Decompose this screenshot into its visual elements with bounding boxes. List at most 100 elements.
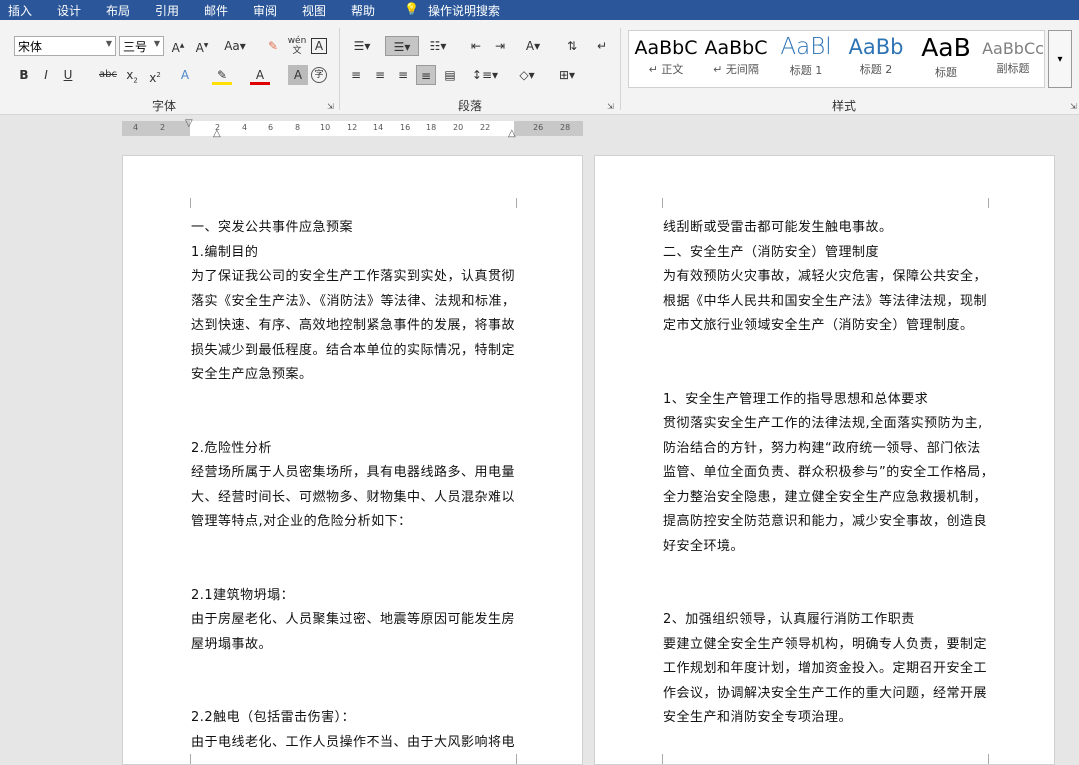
align-center-icon[interactable]: ≡ bbox=[370, 65, 390, 85]
underline-icon[interactable]: U bbox=[58, 65, 78, 85]
paragraph-group-label: 段落 bbox=[458, 99, 483, 113]
tab-layout[interactable]: 布局 bbox=[106, 2, 130, 19]
decrease-indent-icon[interactable]: ⇤ bbox=[466, 36, 486, 56]
phonetic-guide-icon[interactable]: wén 文 bbox=[287, 36, 307, 56]
style-name: 副标题 bbox=[996, 62, 1030, 75]
style-subtitle[interactable]: AaBbCc 副标题 bbox=[981, 31, 1045, 76]
text-line: 贯彻落实安全生产工作的法律法规,全面落实预防为主, bbox=[663, 416, 983, 431]
change-case-icon[interactable]: Aa▾ bbox=[220, 36, 250, 56]
tell-me-search[interactable]: 操作说明搜索 bbox=[428, 2, 500, 19]
distributed-icon[interactable]: ▤ bbox=[440, 65, 460, 85]
sort-icon[interactable]: ⇅ bbox=[562, 36, 582, 56]
font-size-value: 三号 bbox=[123, 40, 148, 54]
tab-insert[interactable]: 插入 bbox=[8, 2, 32, 19]
show-marks-icon[interactable]: ↵ bbox=[592, 36, 612, 56]
crop-mark bbox=[653, 754, 663, 764]
text-line: 作会议，协调解决安全生产工作的重大问题，经常开展 bbox=[663, 685, 988, 701]
dialog-launcher-icon[interactable]: ⇲ bbox=[1070, 102, 1077, 111]
dialog-launcher-icon[interactable]: ⇲ bbox=[607, 102, 614, 111]
crop-mark bbox=[988, 754, 998, 764]
bold-icon[interactable]: B bbox=[14, 65, 34, 85]
style-preview: AaBbCc bbox=[982, 39, 1044, 58]
text-line: 要建立健全安全生产领导机构，明确专人负责，要制定 bbox=[663, 636, 988, 652]
increase-indent-icon[interactable]: ⇥ bbox=[490, 36, 510, 56]
page-2[interactable]: 线刮断或受雷击都可能发生触电事故。 二、安全生产（消防安全）管理制度为有效预防火灾… bbox=[594, 155, 1055, 765]
shading-icon[interactable]: ◇▾ bbox=[512, 65, 542, 85]
strikethrough-icon[interactable]: abc bbox=[98, 65, 118, 85]
text-line: 经营场所属于人员密集场所，具有电器线路多、用电量 bbox=[191, 465, 516, 480]
ruler-tick: 16 bbox=[400, 123, 411, 132]
justify-icon[interactable]: ≡ bbox=[416, 65, 436, 85]
font-name-select[interactable]: 宋体 ▼ bbox=[14, 36, 116, 56]
hanging-indent-handle[interactable]: △ bbox=[213, 128, 221, 139]
page-1[interactable]: 一、突发公共事件应急预案 1.编制目的 为了保证我公司的安全生产工作落实到实处，认真… bbox=[122, 155, 583, 765]
superscript-icon[interactable]: x2 bbox=[145, 65, 165, 85]
style-normal[interactable]: AaBbC ↵ 正文 bbox=[631, 31, 701, 77]
style-name: ↵ 无间隔 bbox=[713, 63, 759, 76]
text-line: 提高防控安全防范意识和能力，减少安全事故，创造良 bbox=[663, 514, 988, 529]
style-name: 标题 1 bbox=[789, 64, 823, 77]
text-line: 2.2触电（包括雷击伤害）： bbox=[191, 710, 356, 725]
horizontal-ruler[interactable]: 4 2 2 4 6 8 10 12 14 16 18 20 22 26 28 ▽… bbox=[122, 118, 583, 139]
text-line: 管理等特点,对企业的危险分析如下： bbox=[191, 514, 412, 529]
ruler-tick: 4 bbox=[133, 123, 139, 132]
numbering-icon[interactable]: ☰▾ bbox=[385, 36, 419, 56]
text-effects-icon[interactable]: A bbox=[175, 65, 195, 85]
bullets-icon[interactable]: ☰▾ bbox=[348, 36, 376, 56]
ruler-tick: 2 bbox=[160, 123, 166, 132]
multilevel-list-icon[interactable]: ☷▾ bbox=[424, 36, 452, 56]
grow-font-icon[interactable]: A▲ bbox=[168, 36, 188, 56]
tab-view[interactable]: 视图 bbox=[302, 2, 326, 19]
text-line: 好安全环境。 bbox=[663, 538, 745, 554]
font-size-select[interactable]: 三号 ▼ bbox=[119, 36, 164, 56]
style-preview: AaBbC bbox=[634, 37, 698, 59]
ruler-tick: 8 bbox=[295, 123, 301, 132]
highlight-icon[interactable]: ✎ bbox=[212, 65, 232, 85]
text-line: 为有效预防火灾事故，减轻火灾危害，保障公共安全， bbox=[663, 269, 988, 284]
style-preview: AaB bbox=[921, 33, 971, 62]
divider bbox=[620, 28, 621, 110]
text-line: 大、经营时间长、可燃物多、财物集中、人员混杂难以 bbox=[191, 489, 516, 505]
style-preview: AaBb bbox=[848, 35, 904, 59]
style-no-spacing[interactable]: AaBbC ↵ 无间隔 bbox=[701, 31, 771, 77]
text-line: 二、安全生产（消防安全）管理制度 bbox=[663, 244, 880, 260]
crop-mark bbox=[181, 754, 191, 764]
crop-mark bbox=[653, 198, 663, 208]
enclose-characters-icon[interactable]: 字 bbox=[311, 67, 327, 83]
align-left-icon[interactable]: ≡ bbox=[346, 65, 366, 85]
align-right-icon[interactable]: ≡ bbox=[393, 65, 413, 85]
tab-references[interactable]: 引用 bbox=[155, 2, 179, 19]
font-color-icon[interactable]: A bbox=[250, 65, 270, 85]
text-line: 2.1建筑物坍塌： bbox=[191, 587, 295, 603]
line-spacing-icon[interactable]: ↕≡▾ bbox=[470, 65, 500, 85]
first-line-indent-handle[interactable]: ▽ bbox=[185, 118, 193, 129]
dialog-launcher-icon[interactable]: ⇲ bbox=[327, 102, 334, 111]
character-border-icon[interactable]: A bbox=[311, 38, 327, 54]
character-shading-icon[interactable]: A bbox=[288, 65, 308, 85]
text-line: 监管、单位全面负责、群众积极参与”的安全工作格局， bbox=[663, 465, 995, 480]
style-heading-2[interactable]: AaBb 标题 2 bbox=[841, 31, 911, 77]
chevron-down-icon: ▼ bbox=[105, 39, 112, 48]
styles-gallery: AaBbC ↵ 正文 AaBbC ↵ 无间隔 AaBl 标题 1 AaBb 标题 2 A… bbox=[628, 30, 1045, 88]
borders-icon[interactable]: ⊞▾ bbox=[552, 65, 582, 85]
italic-icon[interactable]: I bbox=[36, 65, 56, 85]
tab-mailings[interactable]: 邮件 bbox=[204, 2, 228, 19]
tab-review[interactable]: 审阅 bbox=[253, 2, 277, 19]
lightbulb-icon: 💡 bbox=[404, 2, 419, 16]
chevron-down-icon: ▼ bbox=[153, 39, 160, 48]
style-heading-1[interactable]: AaBl 标题 1 bbox=[771, 31, 841, 78]
tab-help[interactable]: 帮助 bbox=[351, 2, 375, 19]
clear-formatting-icon[interactable]: ✎ bbox=[263, 36, 283, 56]
subscript-icon[interactable]: x2 bbox=[122, 65, 142, 85]
chinese-layout-icon[interactable]: A▾ bbox=[518, 36, 548, 56]
text-line: 线刮断或受雷击都可能发生触电事故。 bbox=[663, 220, 893, 235]
tab-design[interactable]: 设计 bbox=[57, 2, 81, 19]
text-line: 防治结合的方针，努力构建“政府统一领导、部门依法 bbox=[663, 440, 981, 456]
style-name: 标题 2 bbox=[859, 63, 893, 76]
ribbon: 宋体 ▼ 三号 ▼ A▲ A▼ Aa▾ ✎ wén 文 A B I U abc x2 … bbox=[0, 20, 1079, 115]
right-indent-handle[interactable]: △ bbox=[508, 128, 516, 139]
style-title[interactable]: AaB 标题 bbox=[911, 31, 981, 80]
crop-mark bbox=[988, 198, 998, 208]
shrink-font-icon[interactable]: A▼ bbox=[192, 36, 212, 56]
styles-more-icon[interactable]: ▾ bbox=[1048, 30, 1072, 88]
